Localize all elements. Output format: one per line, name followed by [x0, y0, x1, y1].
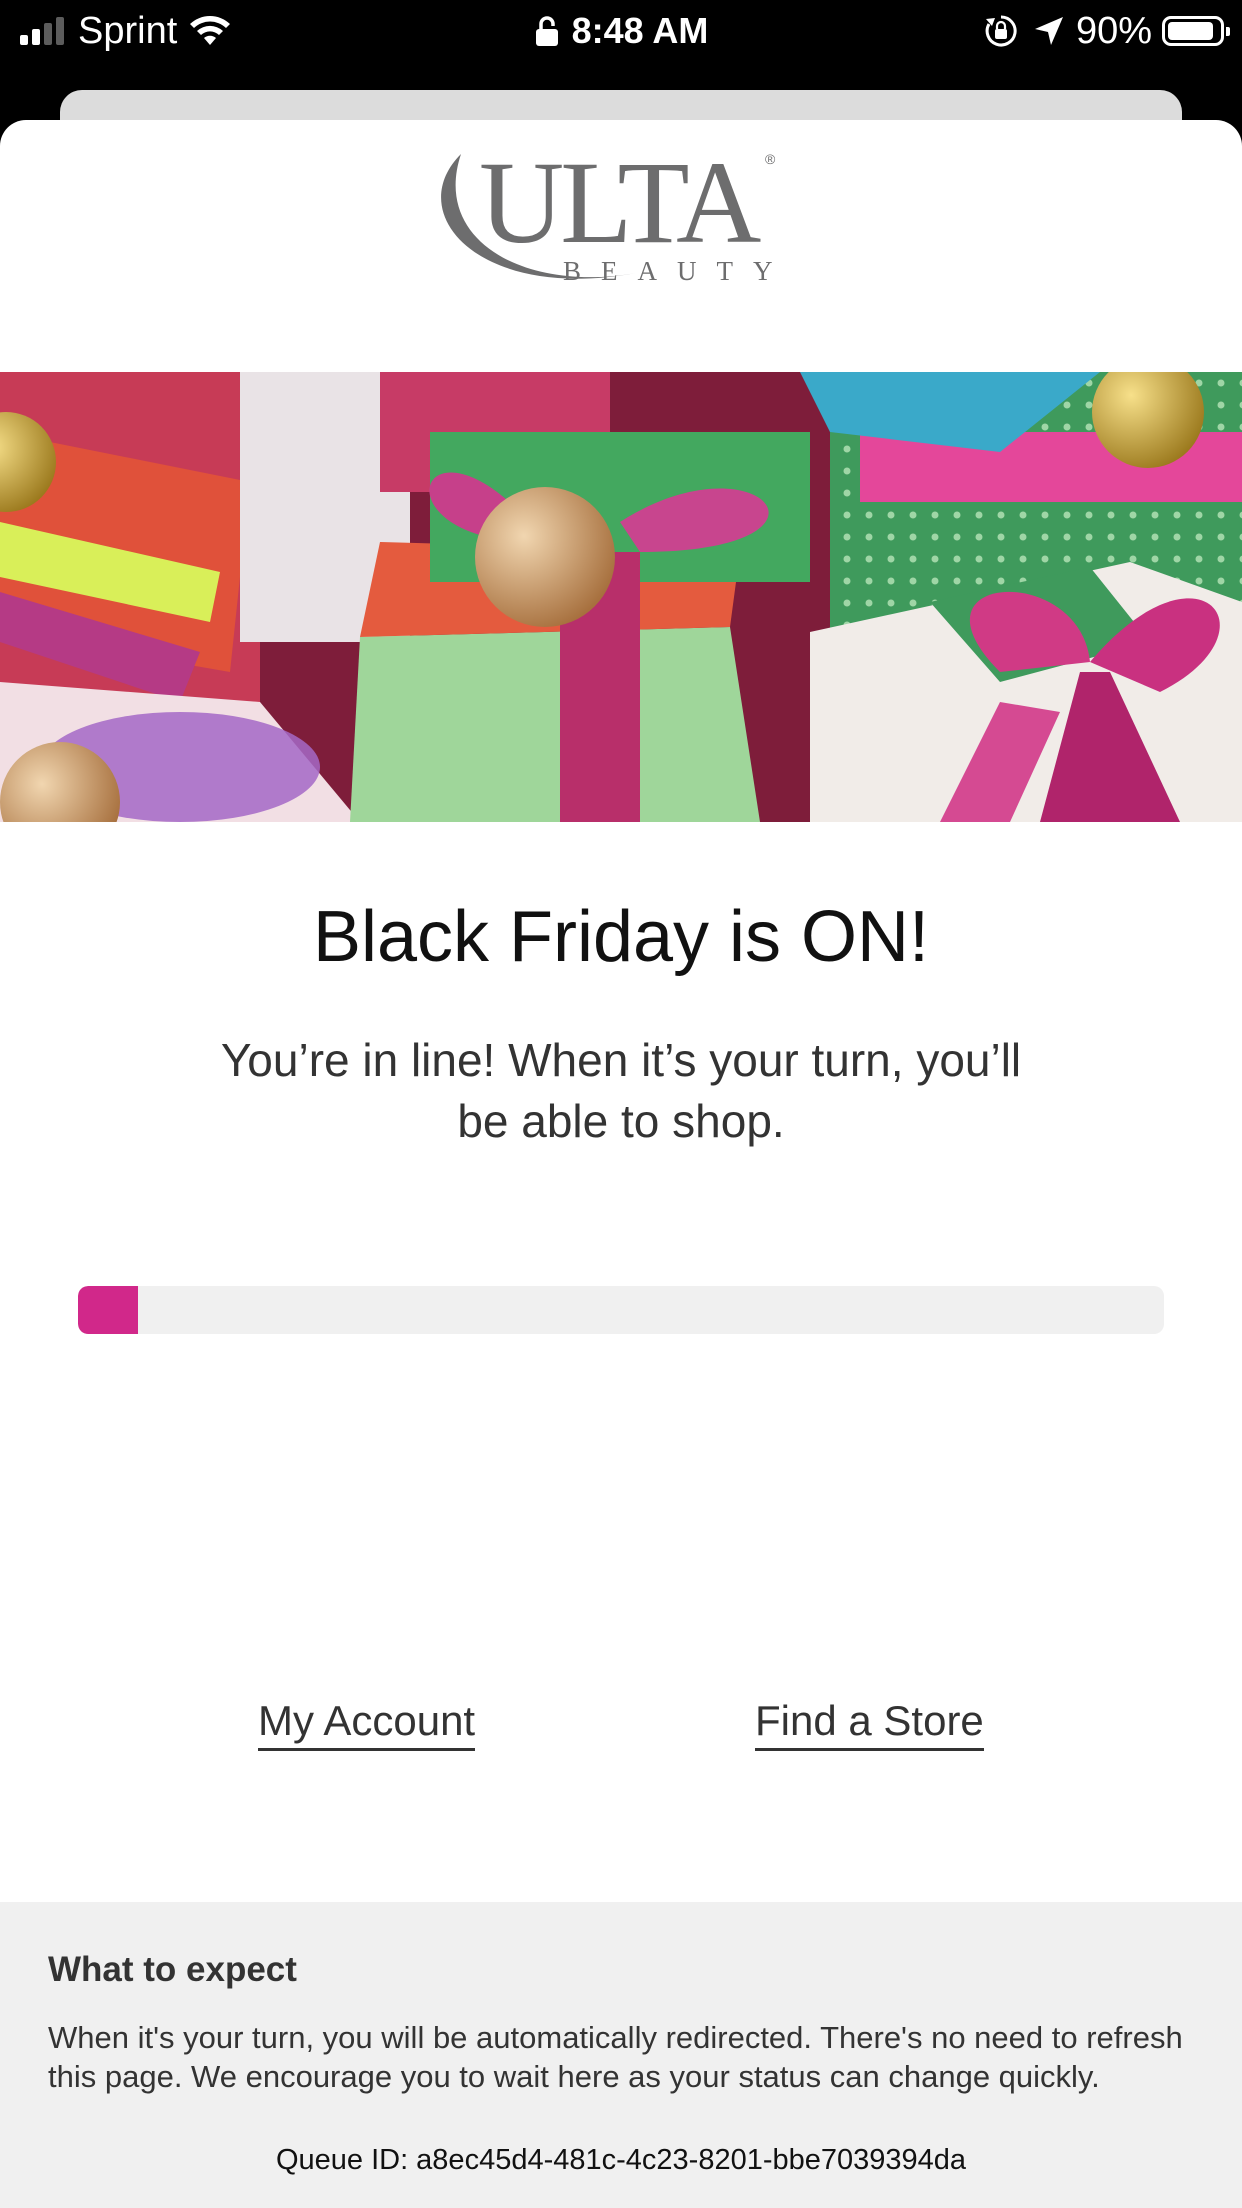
battery-icon	[1162, 16, 1230, 46]
ulta-logo[interactable]: ULTA BEAUTY ®	[0, 134, 1242, 294]
logo-graphic: ULTA BEAUTY ®	[441, 137, 793, 286]
hero-image	[0, 372, 1242, 822]
page-title: Black Friday is ON!	[312, 897, 930, 977]
logo-sub-text: BEAUTY	[563, 256, 793, 286]
lock-icon	[535, 16, 558, 46]
orientation-lock-icon	[985, 15, 1017, 47]
info-body: When it's your turn, you will be automat…	[48, 2020, 1183, 2094]
info-title: What to expect	[48, 1950, 297, 1989]
status-right: 90%	[984, 8, 1230, 54]
queue-page: ULTA BEAUTY ® Black Friday is ON! You’re…	[0, 120, 1242, 2208]
what-to-expect-panel: What to expect When it's your turn, you …	[0, 1902, 1242, 2208]
queue-message: You’re in line! When it’s your turn, you…	[220, 1034, 1022, 1147]
queue-progress-fill	[78, 1286, 138, 1334]
my-account-link[interactable]: My Account	[258, 1696, 476, 1751]
footer-links: My Account Find a Store	[0, 1696, 1242, 1766]
registered-mark: ®	[765, 151, 776, 167]
location-arrow-icon	[1034, 17, 1063, 45]
logo-main-text: ULTA	[479, 137, 761, 268]
battery-percent: 90%	[1075, 9, 1152, 52]
find-a-store-link[interactable]: Find a Store	[755, 1696, 984, 1751]
clock: 8:48 AM	[571, 10, 709, 51]
status-bar: Sprint 8:48 AM 90%	[0, 0, 1242, 62]
queue-id: Queue ID: a8ec45d4-481c-4c23-8201-bbe703…	[275, 2144, 967, 2176]
queue-progress-bar	[78, 1286, 1164, 1334]
